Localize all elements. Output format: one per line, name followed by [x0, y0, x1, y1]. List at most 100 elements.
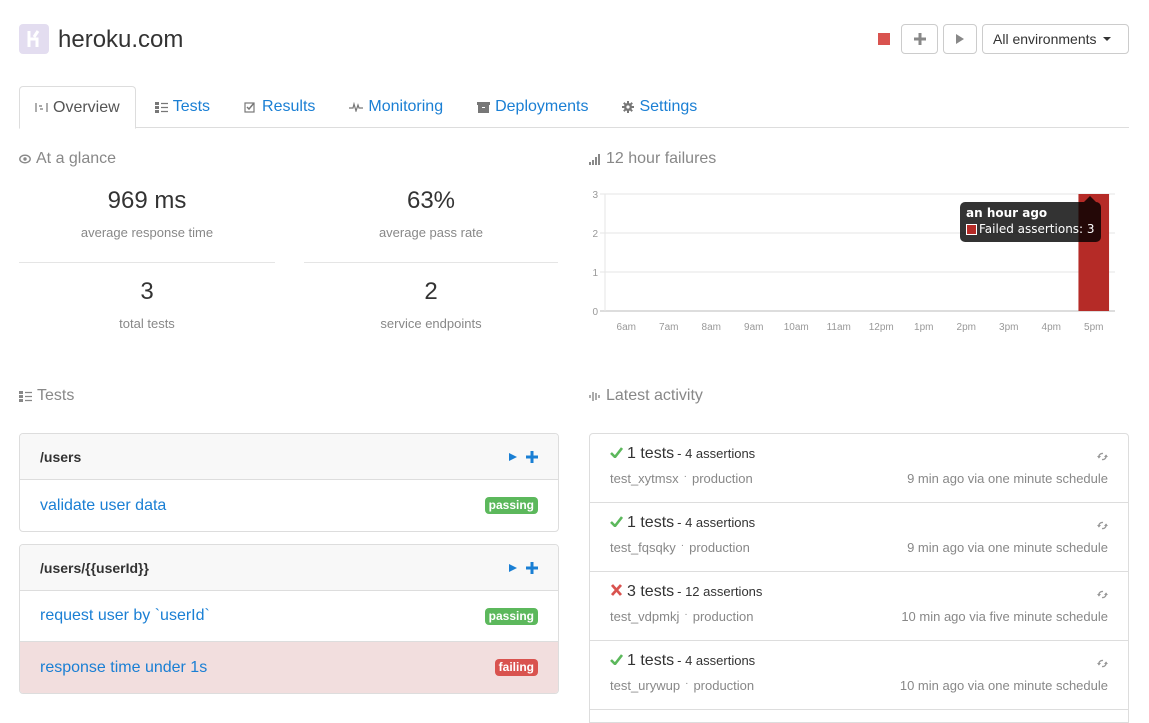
nav-tabs: Overview Tests Results Monitoring Deploy… — [19, 86, 1129, 129]
activity-item[interactable]: 1 tests - 4 assertions test_fqsqky · produ… — [590, 503, 1128, 572]
test-link[interactable]: validate user data — [40, 497, 166, 515]
play-icon[interactable] — [508, 563, 518, 573]
run-time: 10 min ago via five minute schedule — [901, 609, 1108, 624]
play-icon — [956, 34, 964, 44]
y-tick-label: 3 — [592, 190, 598, 201]
tests-title: Tests — [19, 387, 74, 405]
plus-icon[interactable] — [526, 561, 538, 574]
run-tests-button[interactable] — [943, 24, 977, 54]
plus-icon — [913, 33, 926, 45]
page-header: heroku.com All environments — [19, 24, 1129, 56]
activity-list: 1 tests - 4 assertions test_xytmsx · produ… — [589, 433, 1129, 723]
tab-label: Results — [262, 98, 316, 115]
endpoint-header: /users — [20, 434, 558, 480]
stat-pass-rate: 63% average pass rate — [304, 187, 558, 240]
tab-label: Deployments — [495, 98, 589, 115]
tab-deployments[interactable]: Deployments — [462, 86, 603, 128]
stat-endpoints: 2 service endpoints — [304, 278, 558, 331]
activity-item[interactable]: 1 tests - 4 assertions test_xytmsx · produ… — [590, 434, 1128, 503]
overview-icon — [35, 102, 48, 113]
stat-response-time: 969 ms average response time — [19, 187, 275, 240]
environment: production — [689, 540, 750, 555]
stat-value: 969 ms — [107, 187, 187, 214]
activity-item[interactable]: 1 tests - 4 assertions test_urywup · produ… — [590, 641, 1128, 710]
sync-icon[interactable] — [1097, 586, 1108, 604]
endpoint-header: /users/{{userId}} — [20, 545, 558, 591]
sync-icon[interactable] — [1097, 517, 1108, 535]
status-indicator — [878, 33, 890, 45]
test-id: test_vdpmkj — [610, 609, 680, 624]
sync-icon[interactable] — [1097, 448, 1108, 466]
tab-results[interactable]: Results — [229, 86, 330, 128]
pulse-icon — [349, 102, 364, 112]
x-tick-label: 6am — [617, 322, 636, 333]
tooltip-title: an hour ago — [966, 206, 1048, 220]
plus-icon[interactable] — [526, 450, 538, 463]
environment: production — [691, 471, 753, 486]
separator-dot: · — [683, 471, 687, 482]
tests-title-text: Tests — [37, 387, 75, 404]
x-tick-label: 10am — [784, 322, 809, 333]
test-id: test_xytmsx — [610, 471, 679, 486]
failures-title-text: 12 hour failures — [606, 150, 717, 167]
environment: production — [693, 678, 755, 693]
test-link[interactable]: response time under 1s — [40, 659, 207, 677]
stat-label: service endpoints — [380, 316, 482, 331]
archive-icon — [477, 101, 491, 113]
tab-monitoring[interactable]: Monitoring — [334, 86, 458, 128]
environment-select-label: All environments — [993, 31, 1097, 47]
test-link[interactable]: request user by `userId` — [40, 607, 210, 625]
tab-label: Overview — [53, 98, 120, 116]
stat-label: average response time — [80, 225, 214, 240]
status-badge: passing — [484, 607, 538, 625]
tab-label: Settings — [639, 98, 698, 115]
test-count: 1 tests — [627, 445, 675, 462]
sync-icon[interactable] — [1097, 655, 1108, 673]
y-tick-label: 1 — [592, 268, 598, 279]
run-time: 9 min ago via one minute schedule — [907, 471, 1108, 486]
assertion-count: - 12 assertions — [677, 584, 763, 599]
tab-overview[interactable]: Overview — [19, 86, 136, 129]
tooltip-value: Failed assertions: 3 — [979, 222, 1095, 236]
status-badge: passing — [484, 497, 538, 514]
site-title: heroku.com — [58, 26, 184, 53]
separator-dot: · — [680, 540, 685, 551]
endpoint-path: /users/{{userId}} — [40, 559, 149, 576]
add-test-button[interactable] — [901, 24, 938, 54]
tab-tests[interactable]: Tests — [140, 86, 225, 128]
activity-title-text: Latest activity — [606, 387, 703, 404]
x-tick-label: 8am — [702, 322, 721, 333]
test-id: test_fqsqky — [610, 540, 676, 555]
glance-title-text: At a glance — [36, 150, 117, 167]
heroku-logo-icon — [19, 24, 49, 54]
tab-label: Tests — [172, 98, 211, 115]
x-tick-label: 1pm — [914, 322, 933, 333]
run-time: 10 min ago via one minute schedule — [899, 678, 1108, 693]
play-icon[interactable] — [508, 452, 518, 462]
environment: production — [692, 609, 754, 624]
activity-item[interactable]: 3 tests - 12 assertions test_vdpmkj · prod… — [590, 572, 1128, 641]
test-row: request user by `userId` passing — [20, 591, 558, 642]
test-group-users: /users validate user data passing — [19, 433, 559, 532]
test-count: 3 tests — [627, 583, 675, 600]
glance-title: At a glance — [19, 150, 116, 168]
test-id: test_urywup — [610, 678, 681, 693]
caret-down-icon — [1102, 37, 1111, 41]
assertion-count: - 4 assertions — [677, 446, 756, 461]
check-icon — [610, 514, 624, 532]
assertion-count: - 4 assertions — [677, 653, 756, 668]
tab-settings[interactable]: Settings — [607, 86, 712, 128]
tab-label: Monitoring — [368, 98, 444, 115]
x-tick-label: 2pm — [957, 322, 976, 333]
x-tick-label: 7am — [659, 322, 678, 333]
chart-tooltip: an hour ago Failed assertions: 3 — [960, 202, 1101, 242]
x-tick-label: 5pm — [1084, 322, 1103, 333]
environment-select[interactable]: All environments — [982, 24, 1129, 54]
stat-value: 3 — [140, 278, 154, 305]
activity-icon — [589, 391, 601, 402]
stat-value: 63% — [406, 187, 456, 214]
failures-title: 12 hour failures — [589, 150, 716, 168]
x-tick-label: 9am — [744, 322, 763, 333]
check-icon — [610, 445, 624, 463]
y-tick-label: 0 — [592, 307, 598, 318]
